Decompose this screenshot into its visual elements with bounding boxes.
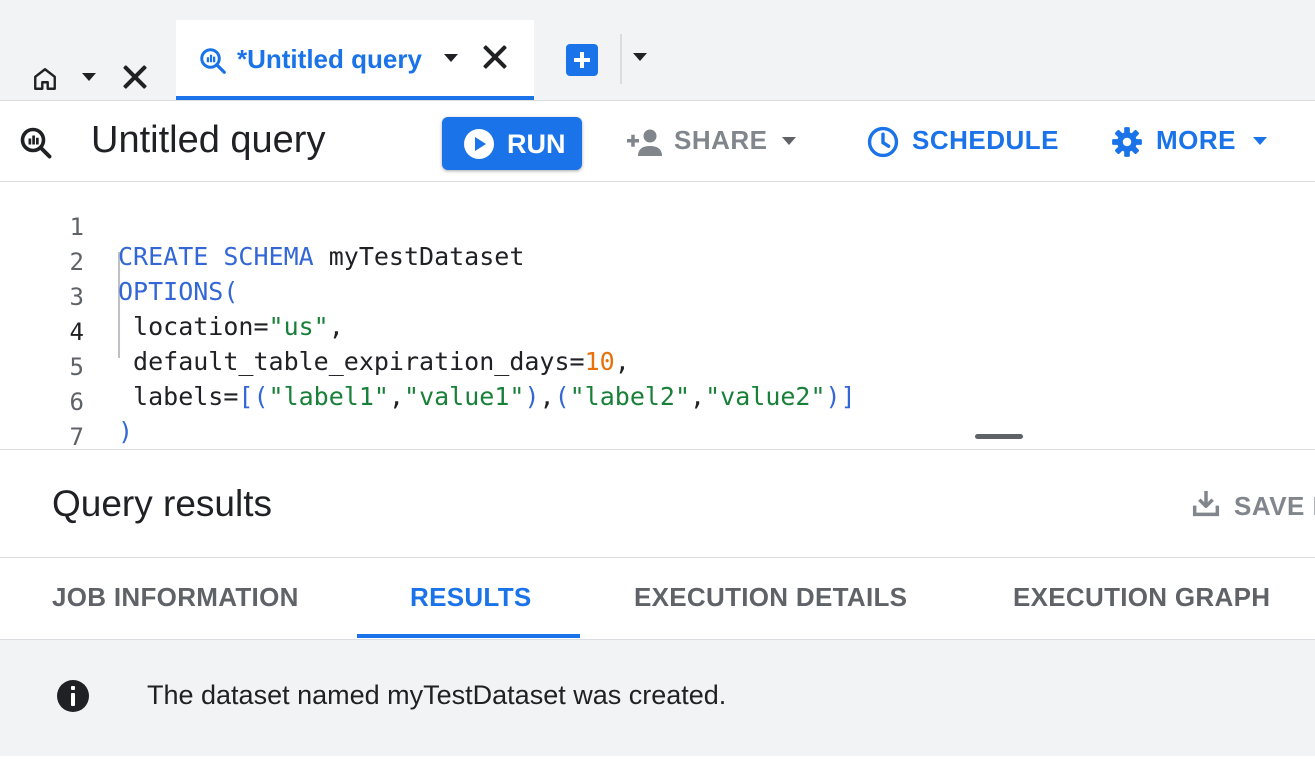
- code-line[interactable]: 2 OPTIONS(: [0, 219, 1315, 306]
- tab-label: *Untitled query: [237, 44, 422, 74]
- editor-resize-handle[interactable]: [975, 434, 1023, 439]
- sql-editor[interactable]: 1 CREATE SCHEMA myTestDataset 2 OPTIONS(…: [0, 182, 1315, 450]
- code-line[interactable]: 5 labels=[("label1","value1"),("label2",…: [0, 324, 1315, 411]
- query-tab-dropdown-icon[interactable]: [444, 54, 458, 62]
- tab-untitled-query[interactable]: *Untitled query: [176, 20, 534, 100]
- code-line-current[interactable]: 4 default_table_expiration_days=10,: [0, 289, 1315, 376]
- close-home-tab-icon[interactable]: [122, 64, 148, 90]
- run-button[interactable]: RUN: [442, 117, 582, 170]
- results-message: The dataset named myTestDataset was crea…: [0, 640, 1315, 756]
- save-results-label: SAVE I: [1234, 491, 1315, 521]
- tab-home[interactable]: [0, 20, 172, 98]
- save-results-button[interactable]: SAVE I: [1190, 487, 1315, 527]
- more-label: MORE: [1156, 125, 1236, 155]
- code-line[interactable]: 1 CREATE SCHEMA myTestDataset: [0, 184, 1315, 271]
- gear-icon: [1110, 125, 1144, 164]
- play-icon: [464, 129, 494, 159]
- query-icon: [198, 46, 228, 81]
- share-dropdown-icon[interactable]: [782, 137, 796, 145]
- tab-execution-details[interactable]: EXECUTION DETAILS: [634, 582, 907, 613]
- message-text: The dataset named myTestDataset was crea…: [147, 680, 727, 710]
- tab-results[interactable]: RESULTS: [410, 582, 532, 613]
- home-icon: [32, 66, 58, 97]
- tab-divider: [620, 34, 622, 84]
- tab-bar: *Untitled query: [0, 0, 1315, 100]
- query-title: Untitled query: [91, 119, 326, 161]
- clock-icon: [866, 125, 900, 164]
- code-line[interactable]: 6 ): [0, 359, 1315, 446]
- results-tabs: JOB INFORMATION RESULTS EXECUTION DETAIL…: [0, 558, 1315, 640]
- tab-execution-graph[interactable]: EXECUTION GRAPH: [1013, 582, 1270, 613]
- home-tab-dropdown-icon[interactable]: [82, 73, 96, 81]
- tab-job-information[interactable]: JOB INFORMATION: [52, 582, 299, 613]
- more-tabs-dropdown-icon[interactable]: [633, 53, 647, 61]
- run-label: RUN: [507, 129, 566, 159]
- line-number: 7: [69, 423, 84, 450]
- more-dropdown-icon[interactable]: [1253, 137, 1267, 145]
- person-add-icon: [626, 127, 664, 162]
- share-label: SHARE: [674, 125, 768, 155]
- code-line[interactable]: 7: [0, 394, 1315, 449]
- active-tab-indicator: [357, 634, 580, 638]
- results-title: Query results: [52, 483, 273, 524]
- code-line[interactable]: 3 location="us",: [0, 254, 1315, 341]
- download-icon: [1190, 487, 1222, 524]
- info-icon: [57, 680, 89, 712]
- new-query-tab-icon[interactable]: [566, 44, 598, 76]
- query-toolbar: Untitled query RUN SHARE SCHEDULE MORE: [0, 100, 1315, 182]
- query-results-header: Query results SAVE I: [0, 451, 1315, 558]
- close-query-tab-icon[interactable]: [482, 44, 508, 70]
- query-icon: [18, 125, 54, 166]
- schedule-label: SCHEDULE: [912, 125, 1060, 155]
